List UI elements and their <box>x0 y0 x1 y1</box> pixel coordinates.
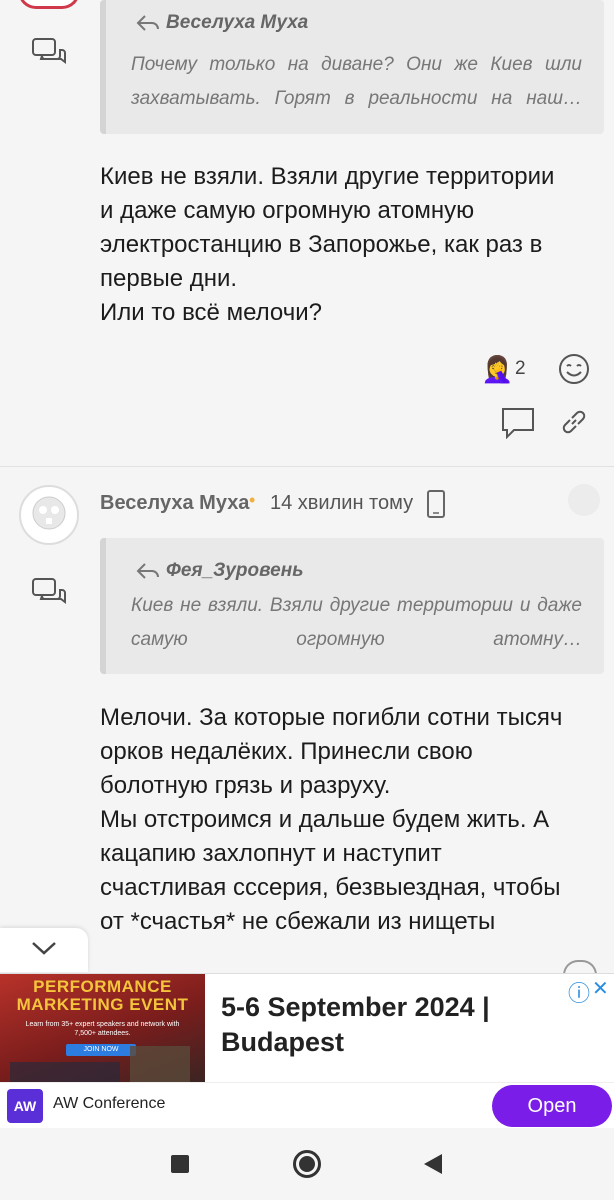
ad-close-icon[interactable]: ✕ <box>592 976 609 1001</box>
reply-count-icon[interactable] <box>32 38 66 68</box>
reaction-count: 2 <box>515 358 526 379</box>
more-options-icon[interactable] <box>568 484 600 516</box>
ad-image-button: JOIN NOW <box>66 1044 136 1056</box>
meta-separator: • <box>249 490 256 510</box>
quote-author: Фея_Зуровень <box>136 560 303 582</box>
comment-body: Киев не взяли. Взяли другие территории и… <box>100 163 555 326</box>
comment-time: 14 хвилин тому <box>270 492 414 514</box>
home-icon[interactable] <box>293 1150 321 1178</box>
ad-image[interactable]: PERFORMANCE MARKETING EVENT Learn from 3… <box>0 974 205 1082</box>
mobile-device-icon <box>427 490 445 523</box>
recent-apps-icon[interactable] <box>171 1155 189 1173</box>
chevron-down-icon <box>32 942 56 955</box>
avatar[interactable] <box>18 484 80 551</box>
comment-author[interactable]: Веселуха Муха <box>100 492 249 515</box>
reply-count-icon[interactable] <box>32 578 66 608</box>
ad-image-title: PERFORMANCE MARKETING EVENT <box>16 977 189 1014</box>
back-icon[interactable] <box>424 1154 442 1179</box>
reply-arrow-icon <box>136 15 159 31</box>
scroll-down-button[interactable] <box>0 928 88 972</box>
system-nav-bar <box>0 1128 614 1200</box>
ad-info-icon[interactable]: ⓘ <box>568 976 590 1008</box>
reaction-emoji[interactable]: 🤦‍♀️ <box>481 354 513 385</box>
quote-text: Почему только на диване? Они же Киев шли… <box>131 54 582 109</box>
comment-body: Мелочи. За которые погибли сотни тысяч о… <box>100 704 563 935</box>
avatar[interactable] <box>18 0 80 9</box>
divider <box>0 466 614 467</box>
ad-image-subtitle: Learn from 35+ expert speakers and netwo… <box>25 1021 180 1037</box>
ad-footer[interactable]: AW AW Conference Open <box>0 1082 614 1128</box>
advertiser-logo: AW <box>7 1089 43 1123</box>
ad-open-button[interactable]: Open <box>492 1085 612 1127</box>
quoted-comment[interactable]: Веселуха Муха Почему только на диване? О… <box>100 0 604 134</box>
quote-text: Киев не взяли. Взяли другие территории и… <box>131 595 582 650</box>
quoted-comment[interactable]: Фея_Зуровень Киев не взяли. Взяли другие… <box>100 538 604 674</box>
share-link-icon[interactable] <box>560 408 588 441</box>
add-reaction-icon[interactable] <box>558 353 590 390</box>
ad-banner[interactable]: PERFORMANCE MARKETING EVENT Learn from 3… <box>0 973 614 1128</box>
advertiser-name: AW Conference <box>53 1095 166 1112</box>
quote-author-name: Фея_Зуровень <box>166 560 304 581</box>
ad-headline[interactable]: 5-6 September 2024 | Budapest <box>221 990 511 1060</box>
reply-arrow-icon <box>136 563 159 579</box>
reply-icon[interactable] <box>501 407 535 444</box>
quote-author: Веселуха Муха <box>136 12 308 34</box>
quote-author-name: Веселуха Муха <box>166 12 309 33</box>
